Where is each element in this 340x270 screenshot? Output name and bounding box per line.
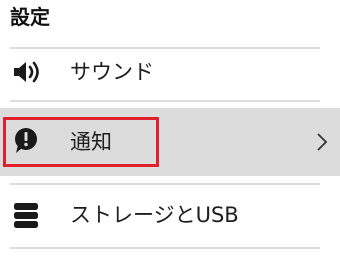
settings-item-label: サウンド	[70, 60, 154, 84]
divider	[10, 47, 320, 49]
chevron-right-icon	[313, 128, 333, 156]
divider	[10, 100, 320, 102]
page-title: 設定	[10, 5, 50, 29]
divider	[10, 183, 320, 185]
settings-item-storage[interactable]: ストレージとUSB	[0, 196, 340, 234]
settings-item-sound[interactable]: サウンド	[0, 54, 340, 90]
highlight-box	[3, 117, 159, 167]
speaker-icon	[13, 59, 45, 85]
divider	[10, 247, 320, 249]
storage-icon	[13, 202, 45, 228]
settings-item-label: ストレージとUSB	[70, 203, 239, 227]
